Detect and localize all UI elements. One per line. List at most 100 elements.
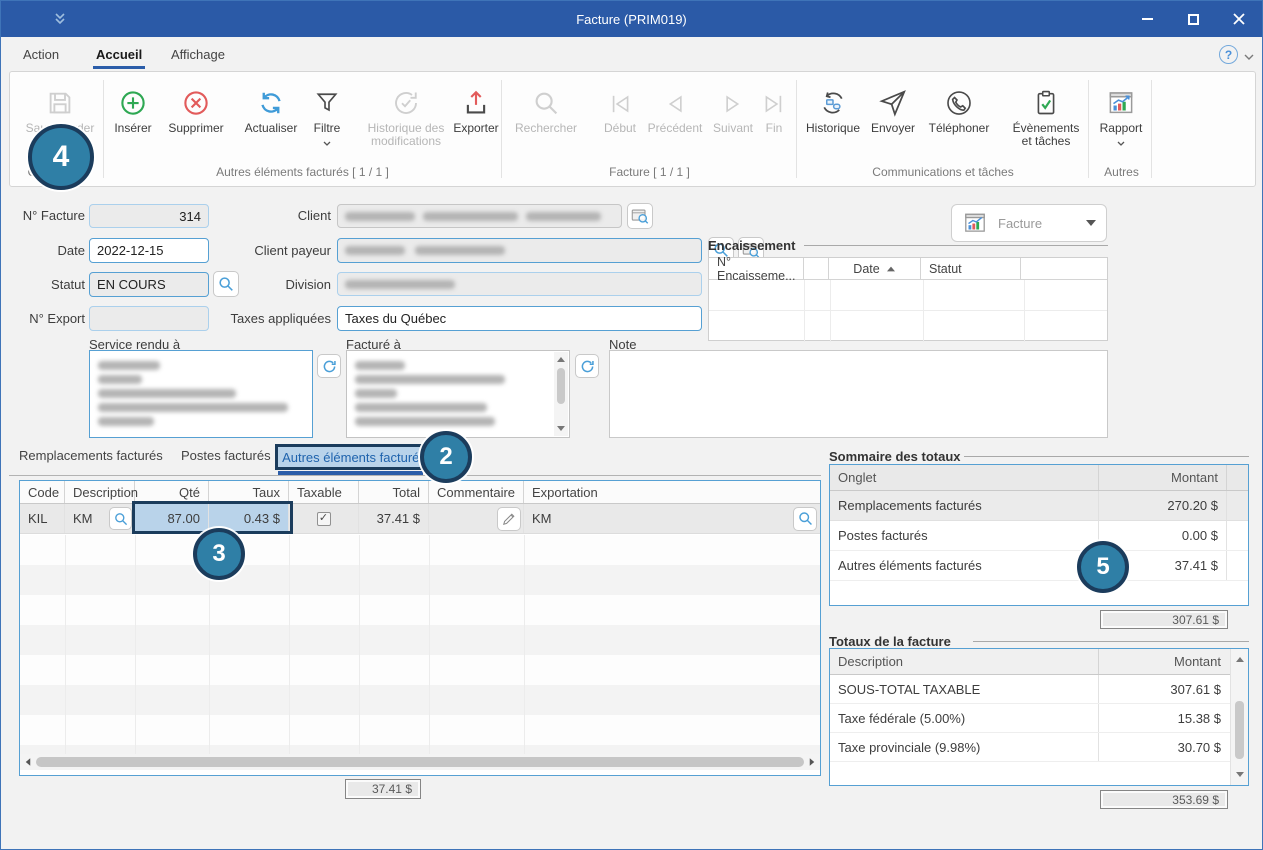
app-icon[interactable] xyxy=(53,11,67,30)
filter-button[interactable]: Filtre xyxy=(306,82,348,174)
facture-a-scrollbar[interactable] xyxy=(554,352,568,436)
chevron-down-icon xyxy=(323,137,331,145)
collapse-ribbon-icon[interactable] xyxy=(1244,49,1254,64)
cell-taxable[interactable]: ✓ xyxy=(289,504,359,533)
totaux-row[interactable]: Taxe fédérale (5.00%) 15.38 $ xyxy=(830,704,1248,733)
history-modifications-button[interactable]: Historique des modifications xyxy=(350,82,462,174)
sommaire-col-montant[interactable]: Montant xyxy=(1099,465,1227,490)
client-label: Client xyxy=(211,208,331,224)
cell-code[interactable]: KIL xyxy=(20,504,65,533)
tab-remplacements-factures[interactable]: Remplacements facturés xyxy=(19,448,163,463)
menu-tab-action[interactable]: Action xyxy=(23,47,59,62)
client-browse-button[interactable] xyxy=(627,203,653,229)
col-taux[interactable]: Taux xyxy=(209,481,289,503)
tab-autres-elements-factures[interactable]: Autres éléments facturés xyxy=(275,444,433,470)
col-code[interactable]: Code xyxy=(20,481,65,503)
totaux-col-montant[interactable]: Montant xyxy=(1099,649,1229,674)
scroll-up-icon[interactable] xyxy=(557,357,565,362)
items-table: Code Description Qté Taux Taxable Total … xyxy=(19,480,821,776)
tab-postes-factures[interactable]: Postes facturés xyxy=(181,448,271,463)
search-button[interactable]: Rechercher xyxy=(510,82,582,174)
client-payeur-field[interactable] xyxy=(337,238,702,263)
statut-field[interactable]: EN COURS xyxy=(89,272,209,297)
next-record-button[interactable]: Suivant xyxy=(708,82,758,174)
communication-history-icon xyxy=(818,82,848,118)
date-field[interactable]: 2022-12-15 xyxy=(89,238,209,263)
col-description[interactable]: Description xyxy=(65,481,135,503)
report-selector[interactable]: Facture xyxy=(951,204,1107,242)
col-taxable[interactable]: Taxable xyxy=(289,481,359,503)
redacted-text xyxy=(355,403,487,412)
help-icon[interactable]: ? xyxy=(1219,45,1238,64)
previous-record-button[interactable]: Précédent xyxy=(642,82,708,174)
encaissement-col-numero[interactable]: N° Encaisseme... xyxy=(709,258,804,279)
sommaire-total: 307.61 $ xyxy=(1100,610,1228,629)
col-exportation[interactable]: Exportation xyxy=(524,481,820,503)
insert-button[interactable]: Insérer xyxy=(108,82,158,174)
col-qte[interactable]: Qté xyxy=(135,481,209,503)
sommaire-title: Sommaire des totaux xyxy=(829,449,961,464)
send-button[interactable]: Envoyer xyxy=(866,82,920,174)
note-field[interactable] xyxy=(609,350,1108,438)
facture-a-field[interactable] xyxy=(346,350,570,438)
search-icon xyxy=(797,510,814,527)
menu-tab-affichage[interactable]: Affichage xyxy=(171,47,225,62)
totaux-row[interactable]: Taxe provinciale (9.98%) 30.70 $ xyxy=(830,733,1248,762)
cell-exportation[interactable]: KM xyxy=(524,504,820,533)
sommaire-col-onglet[interactable]: Onglet xyxy=(830,465,1099,490)
report-button[interactable]: Rapport xyxy=(1094,82,1148,174)
close-button[interactable] xyxy=(1216,1,1262,37)
taxes-appliquees-field[interactable]: Taxes du Québec xyxy=(337,306,702,331)
communication-history-button[interactable]: Historique xyxy=(802,82,864,174)
phone-button[interactable]: Téléphoner xyxy=(922,82,996,174)
scroll-down-icon[interactable] xyxy=(557,426,565,431)
sommaire-row-amount: 270.20 $ xyxy=(1099,491,1227,520)
table-row[interactable]: KIL KM 87.00 0.43 $ ✓ 37.41 $ KM xyxy=(20,504,820,534)
refresh-button[interactable]: Actualiser xyxy=(238,82,304,174)
comment-edit-button[interactable] xyxy=(497,507,521,531)
sommaire-row[interactable]: Autres éléments facturés 37.41 $ xyxy=(830,551,1248,581)
minimize-button[interactable] xyxy=(1124,1,1170,37)
no-export-field[interactable] xyxy=(89,306,209,331)
column-line xyxy=(923,280,924,342)
facture-a-refresh-button[interactable] xyxy=(575,354,599,378)
totaux-row-label: SOUS-TOTAL TAXABLE xyxy=(830,675,1099,703)
delete-button[interactable]: Supprimer xyxy=(160,82,232,174)
scroll-down-icon[interactable] xyxy=(1236,772,1244,777)
service-rendu-refresh-button[interactable] xyxy=(317,354,341,378)
maximize-button[interactable] xyxy=(1170,1,1216,37)
sommaire-row[interactable]: Postes facturés 0.00 $ xyxy=(830,521,1248,551)
cell-commentaire[interactable] xyxy=(429,504,524,533)
col-commentaire[interactable]: Commentaire xyxy=(429,481,524,503)
export-button[interactable]: Exporter xyxy=(448,82,504,174)
menu-tab-accueil[interactable]: Accueil xyxy=(96,47,142,62)
cell-description[interactable]: KM xyxy=(65,504,135,533)
cell-total[interactable]: 37.41 $ xyxy=(359,504,429,533)
encaissement-col-date[interactable]: Date xyxy=(829,258,921,279)
totaux-row[interactable]: SOUS-TOTAL TAXABLE 307.61 $ xyxy=(830,675,1248,704)
scroll-thumb[interactable] xyxy=(1235,701,1244,759)
totaux-scrollbar[interactable] xyxy=(1230,649,1248,785)
sommaire-row[interactable]: Remplacements facturés 270.20 $ xyxy=(830,491,1248,521)
scroll-thumb[interactable] xyxy=(36,757,804,767)
scroll-thumb[interactable] xyxy=(557,368,565,404)
events-tasks-button[interactable]: Évènements et tâches xyxy=(1006,82,1086,174)
scroll-up-icon[interactable] xyxy=(1236,657,1244,662)
exportation-lookup-button[interactable] xyxy=(793,507,817,531)
scroll-left-icon[interactable] xyxy=(26,758,31,766)
encaissement-col-blank2[interactable] xyxy=(1021,258,1107,279)
encaissement-col-blank[interactable] xyxy=(804,258,829,279)
service-rendu-field[interactable] xyxy=(89,350,313,438)
col-total[interactable]: Total xyxy=(359,481,429,503)
cell-qte[interactable]: 87.00 xyxy=(135,504,209,533)
taxable-checkbox[interactable]: ✓ xyxy=(317,512,331,526)
first-record-button[interactable]: Début xyxy=(598,82,642,174)
items-table-hscrollbar[interactable] xyxy=(20,754,820,770)
description-lookup-button[interactable] xyxy=(109,507,132,530)
encaissement-col-statut[interactable]: Statut xyxy=(921,258,1021,279)
scroll-right-icon[interactable] xyxy=(810,758,815,766)
sommaire-col-blank[interactable] xyxy=(1227,465,1248,490)
totaux-col-description[interactable]: Description xyxy=(830,649,1099,674)
last-record-button[interactable]: Fin xyxy=(758,82,790,174)
last-icon xyxy=(760,82,788,118)
